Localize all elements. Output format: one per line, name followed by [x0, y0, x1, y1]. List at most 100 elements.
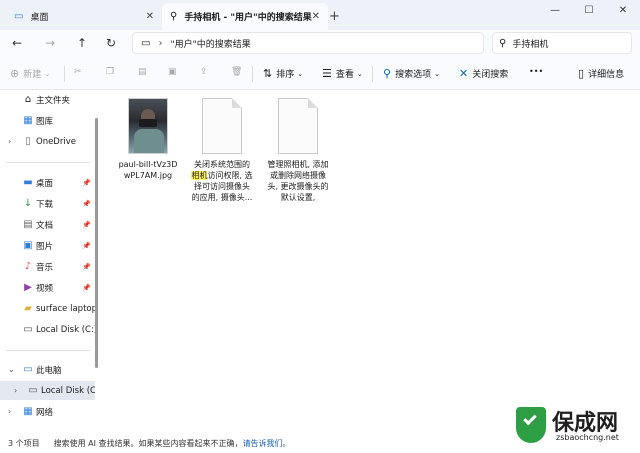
sidebar-item-pictures[interactable]: ▣ 图片 📌 [0, 236, 95, 255]
new-button[interactable]: ⊕ 新建 ⌄ [10, 67, 50, 80]
more-options-icon[interactable]: ••• [529, 67, 543, 76]
close-icon: ✕ [459, 67, 469, 80]
network-icon: ▦ [23, 406, 33, 417]
delete-icon[interactable]: 🗑 [231, 67, 242, 77]
paste-icon[interactable]: ▤ [138, 67, 147, 77]
rename-icon[interactable]: ▣ [168, 67, 177, 77]
copy-icon[interactable]: ❐ [106, 67, 114, 77]
sidebar-item-onedrive[interactable]: › ▯ OneDrive [0, 132, 95, 151]
tab-desktop[interactable]: ▭ 桌面 ✕ [6, 3, 162, 30]
watermark-logo: 保成网 zsbaochcng.net [516, 405, 638, 451]
details-label: 详细信息 [588, 70, 625, 80]
search-box[interactable]: ⚲ 手持相机 [492, 32, 632, 54]
file-item-setting-camera-privacy[interactable]: 关闭系统范围的 相机访问权限, 选 择可访问摄像头 的应用, 摄像头... [186, 98, 258, 203]
sidebar-scrollbar[interactable] [95, 118, 98, 368]
desktop-folder-icon: ▬ [23, 177, 33, 188]
up-arrow-icon[interactable]: ↑ [77, 36, 87, 50]
chevron-right-icon[interactable]: › [8, 407, 11, 416]
refresh-icon[interactable]: ↻ [106, 36, 116, 50]
close-icon[interactable]: ✕ [312, 11, 320, 22]
sidebar-item-this-pc[interactable]: ⌄ ▭ 此电脑 [0, 360, 95, 379]
sidebar-item-label: OneDrive [36, 136, 76, 147]
sidebar-item-label: 下载 [36, 199, 54, 210]
new-tab-button[interactable]: + [329, 9, 340, 24]
window-controls: — ☐ ✕ [538, 0, 640, 30]
address-bar[interactable]: ▭ › "用户"中的搜索结果 [132, 32, 484, 54]
view-icon: ☰ [322, 67, 332, 80]
close-window-button[interactable]: ✕ [606, 0, 640, 30]
sidebar-item-label: 图片 [36, 241, 54, 252]
command-bar: ⊕ 新建 ⌄ ✂ ❐ ▤ ▣ ⇪ 🗑 ⇅ 排序 ⌄ ☰ 查看 ⌄ ⚲ 搜索选项 … [0, 58, 640, 90]
pin-icon[interactable]: 📌 [82, 200, 91, 208]
divider [6, 350, 90, 351]
file-item-manage-cameras[interactable]: 管理照相机, 添加 或删除网络摄像 头, 更改摄像头的 默认设置, [262, 98, 334, 203]
sidebar-item-gallery[interactable]: ▦ 图库 [0, 111, 95, 130]
tab-strip: ▭ 桌面 ✕ ⚲ 手持相机 - "用户"中的搜索结果 ✕ + — ☐ ✕ [0, 0, 640, 30]
sidebar-item-surface-laptop[interactable]: ▰ surface laptop [0, 299, 95, 318]
back-arrow-icon[interactable]: ← [12, 36, 22, 50]
sidebar-item-downloads[interactable]: ↓ 下载 📌 [0, 194, 95, 213]
sort-button[interactable]: ⇅ 排序 ⌄ [263, 67, 303, 80]
details-button[interactable]: ▯ 详细信息 [578, 67, 624, 80]
sidebar-item-home[interactable]: ⌂ 主文件夹 [0, 90, 95, 109]
chevron-down-icon: ⌄ [434, 69, 440, 78]
tab-search-results[interactable]: ⚲ 手持相机 - "用户"中的搜索结果 ✕ [162, 3, 328, 30]
view-button[interactable]: ☰ 查看 ⌄ [322, 67, 363, 80]
sidebar-item-label: surface laptop [36, 303, 95, 314]
sidebar-item-videos[interactable]: ▶ 视频 📌 [0, 278, 95, 297]
pin-icon[interactable]: 📌 [82, 179, 91, 187]
sidebar-item-label: 视频 [36, 283, 54, 294]
close-icon[interactable]: ✕ [146, 11, 154, 22]
gallery-icon: ▦ [23, 115, 33, 126]
maximize-button[interactable]: ☐ [572, 0, 606, 30]
feedback-link[interactable]: 请告诉我们。 [243, 439, 291, 448]
close-search-label: 关闭搜索 [472, 70, 509, 80]
search-icon: ⚲ [499, 37, 507, 49]
sidebar-item-this-pc-local-disk[interactable]: › ▭ Local Disk (C:) [0, 381, 95, 400]
item-count: 3 个项目 [8, 439, 40, 448]
computer-icon: ▭ [23, 364, 33, 375]
file-item-image[interactable]: paul-bill-tVz3D wPL7AM.jpg [112, 98, 184, 181]
view-label: 查看 [335, 70, 354, 80]
sort-label: 排序 [276, 70, 295, 80]
details-pane-icon: ▯ [578, 67, 585, 80]
chevron-right-icon[interactable]: › [8, 137, 11, 146]
navigation-pane: ⌂ 主文件夹 ▦ 图库 › ▯ OneDrive ▬ 桌面 📌 ↓ 下载 📌 ▤… [0, 90, 95, 434]
sidebar-item-desktop[interactable]: ▬ 桌面 📌 [0, 173, 95, 192]
pin-icon[interactable]: 📌 [82, 242, 91, 250]
forward-arrow-icon[interactable]: → [45, 36, 55, 50]
chevron-down-icon[interactable]: ⌄ [8, 365, 15, 374]
sidebar-item-music[interactable]: ♪ 音乐 📌 [0, 257, 95, 276]
shield-icon [516, 407, 546, 443]
sidebar-item-documents[interactable]: ▤ 文档 📌 [0, 215, 95, 234]
tab-title: 桌面 [30, 13, 49, 23]
home-icon: ⌂ [24, 94, 32, 105]
cut-icon[interactable]: ✂ [74, 67, 82, 77]
pin-icon[interactable]: 📌 [82, 221, 91, 229]
search-options-button[interactable]: ⚲ 搜索选项 ⌄ [383, 67, 440, 80]
close-search-button[interactable]: ✕ 关闭搜索 [459, 67, 508, 80]
sidebar-item-local-disk[interactable]: ▭ Local Disk (C:) [0, 320, 95, 339]
share-icon[interactable]: ⇪ [200, 67, 208, 77]
sidebar-item-label: 网络 [36, 407, 54, 418]
search-highlight: 相机 [191, 171, 208, 180]
sidebar-item-network[interactable]: › ▦ 网络 [0, 402, 95, 421]
divider [6, 162, 90, 163]
search-input[interactable]: 手持相机 [512, 37, 548, 50]
download-icon: ↓ [23, 198, 33, 209]
search-icon: ⚲ [170, 11, 178, 22]
chevron-right-icon[interactable]: › [14, 386, 17, 395]
minimize-button[interactable]: — [538, 0, 572, 30]
pin-icon[interactable]: 📌 [82, 263, 91, 271]
document-icon [202, 98, 242, 154]
ai-search-notice: 搜索使用 AI 查找结果。如果某些内容看起来不正确，请告诉我们。 [53, 439, 291, 448]
chevron-down-icon: ⌄ [44, 69, 51, 78]
plus-circle-icon: ⊕ [10, 67, 20, 80]
pictures-icon: ▣ [23, 240, 33, 251]
breadcrumb[interactable]: "用户"中的搜索结果 [170, 37, 250, 50]
chevron-down-icon: ⌄ [297, 69, 304, 78]
folder-icon: ▰ [24, 303, 32, 314]
chevron-right-icon[interactable]: › [158, 38, 162, 49]
pin-icon[interactable]: 📌 [82, 284, 91, 292]
divider [64, 66, 65, 82]
